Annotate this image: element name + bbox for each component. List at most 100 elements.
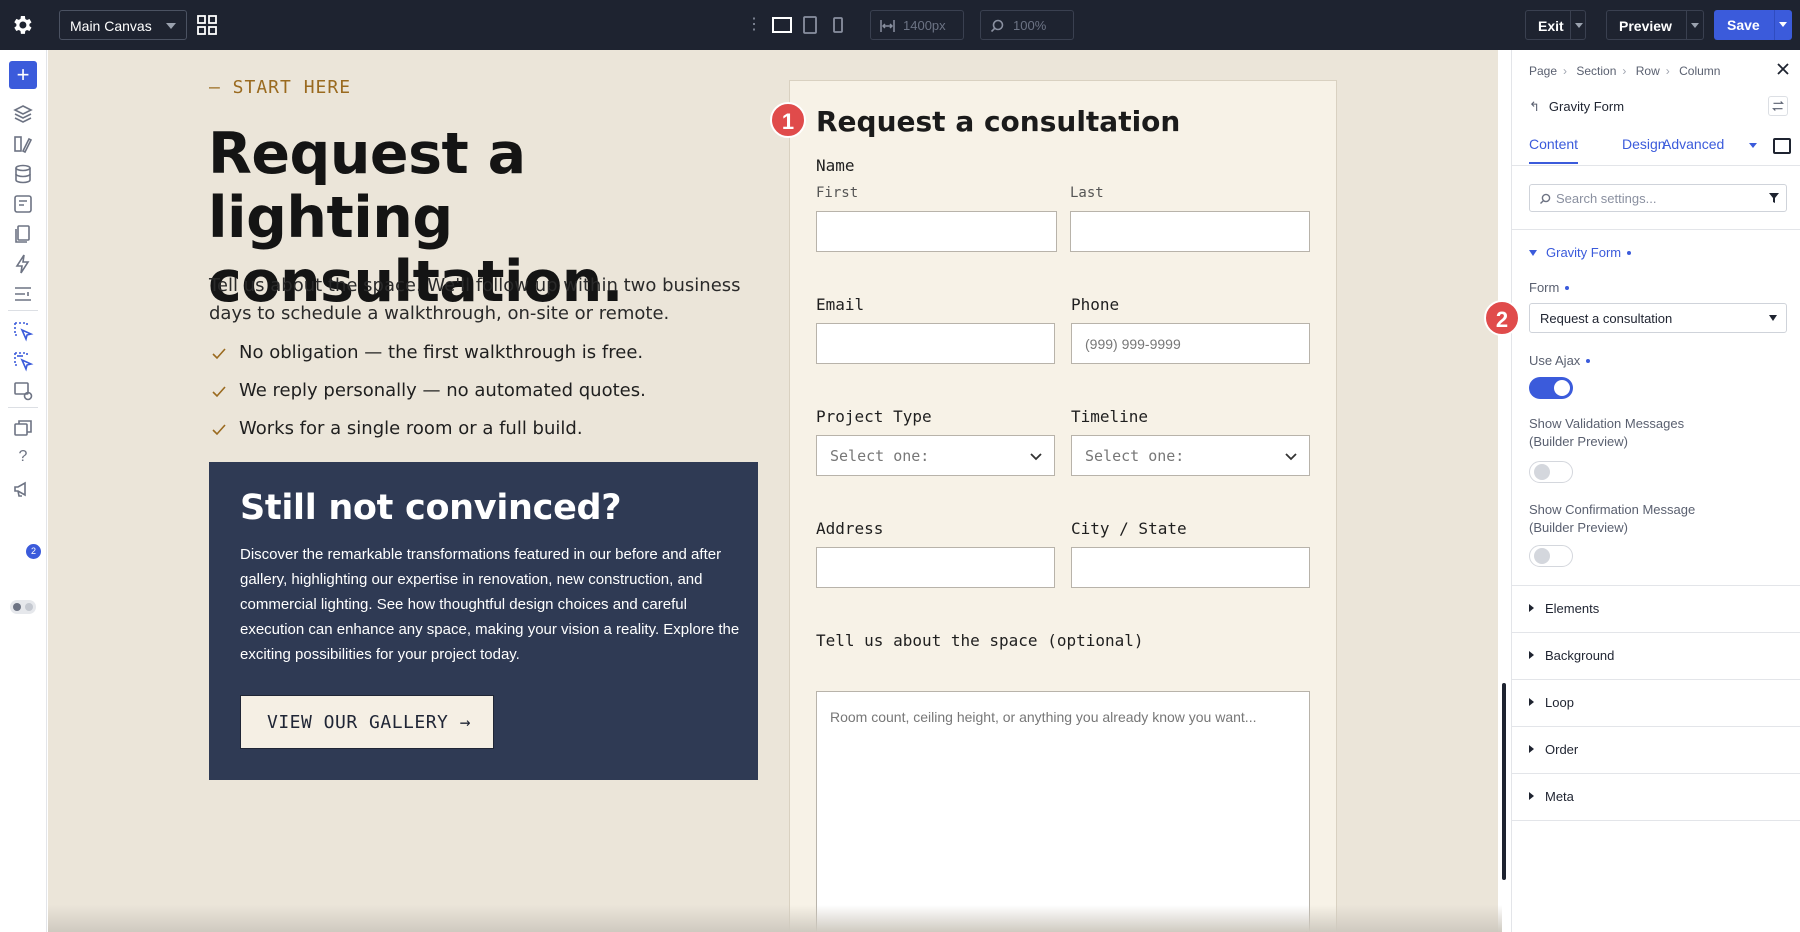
space-textarea[interactable]: Room count, ceiling height, or anything … bbox=[816, 691, 1310, 932]
breadcrumb-chevron-icon: › bbox=[1665, 64, 1670, 78]
canvas-bottom-shade bbox=[48, 905, 1502, 932]
section-elements[interactable]: Elements bbox=[1529, 601, 1599, 616]
preview-button[interactable]: Preview bbox=[1606, 10, 1704, 40]
site-settings-icon[interactable] bbox=[12, 380, 34, 402]
tab-design[interactable]: Design bbox=[1622, 136, 1666, 152]
city-state-input[interactable] bbox=[1071, 547, 1310, 588]
structure-grid-icon[interactable] bbox=[197, 15, 217, 35]
lightning-icon[interactable] bbox=[12, 253, 34, 275]
database-icon[interactable] bbox=[12, 163, 34, 185]
timeline-value: Select one: bbox=[1085, 447, 1185, 465]
confirmation-label-line1: Show Confirmation Message bbox=[1529, 502, 1696, 517]
gear-icon[interactable] bbox=[10, 13, 34, 37]
breadcrumb-row[interactable]: Row bbox=[1636, 64, 1660, 78]
component-select-icon[interactable] bbox=[12, 320, 34, 342]
more-options-icon[interactable]: ⋮ bbox=[746, 15, 762, 35]
use-ajax-toggle[interactable] bbox=[1529, 377, 1573, 399]
canvas-width-field[interactable]: 1400px bbox=[870, 10, 964, 40]
close-icon[interactable] bbox=[1776, 62, 1790, 76]
announcements-megaphone-icon[interactable] bbox=[12, 478, 34, 500]
breadcrumb-page[interactable]: Page bbox=[1529, 64, 1557, 78]
form-select[interactable]: Request a consultation bbox=[1529, 303, 1787, 333]
caret-right-icon bbox=[1529, 651, 1534, 659]
exit-dropdown-icon[interactable] bbox=[1575, 23, 1583, 28]
theme-toggle[interactable] bbox=[10, 600, 36, 614]
top-toolbar: Main Canvas ⋮ 1400px 100% Exit Preview S… bbox=[0, 0, 1800, 50]
component-edit-icon[interactable] bbox=[12, 350, 34, 372]
validation-setting-label: Show Validation Messages (Builder Previe… bbox=[1529, 415, 1684, 451]
view-gallery-button[interactable]: VIEW OUR GALLERY → bbox=[240, 695, 494, 749]
back-arrow-icon[interactable]: ↰ bbox=[1529, 99, 1540, 114]
confirmation-label-line2: (Builder Preview) bbox=[1529, 520, 1628, 535]
styles-brush-icon[interactable] bbox=[12, 133, 34, 155]
swap-element-icon[interactable] bbox=[1768, 96, 1788, 116]
builder-canvas[interactable]: — START HERE Request a lighting consulta… bbox=[48, 50, 1498, 932]
section-meta-label: Meta bbox=[1545, 789, 1574, 804]
breadcrumb-column[interactable]: Column bbox=[1679, 64, 1720, 78]
list-item: Works for a single room or a full build. bbox=[209, 418, 749, 456]
canvas-scrollbar-thumb[interactable] bbox=[1502, 683, 1506, 880]
tab-content[interactable]: Content bbox=[1529, 136, 1579, 164]
chevron-down-icon bbox=[1030, 453, 1042, 461]
layers-icon[interactable] bbox=[12, 103, 34, 125]
gravity-form-card[interactable]: Request a consultation Name First Last E… bbox=[789, 80, 1337, 932]
templates-icon[interactable] bbox=[12, 283, 34, 305]
cta-card: Still not convinced? Discover the remark… bbox=[209, 462, 758, 780]
desktop-icon[interactable] bbox=[771, 14, 793, 36]
validation-messages-toggle[interactable] bbox=[1529, 461, 1573, 483]
project-type-select[interactable]: Select one: bbox=[816, 435, 1055, 476]
last-name-input[interactable] bbox=[1070, 211, 1310, 252]
phone-placeholder: (999) 999-9999 bbox=[1085, 336, 1181, 352]
section-loop[interactable]: Loop bbox=[1529, 695, 1574, 710]
section-loop-label: Loop bbox=[1545, 695, 1574, 710]
mobile-icon[interactable] bbox=[830, 14, 846, 36]
modified-dot-icon bbox=[1565, 286, 1570, 290]
breadcrumb: Page › Section › Row › Column bbox=[1529, 64, 1726, 78]
breadcrumb-chevron-icon: › bbox=[1563, 64, 1568, 78]
canvas-select[interactable]: Main Canvas bbox=[59, 10, 187, 40]
caret-right-icon bbox=[1529, 604, 1534, 612]
save-dropdown-icon[interactable] bbox=[1779, 22, 1787, 27]
validation-label-line2: (Builder Preview) bbox=[1529, 434, 1628, 449]
preview-label: Preview bbox=[1619, 18, 1672, 34]
pages-icon[interactable] bbox=[12, 223, 34, 245]
tablet-icon[interactable] bbox=[801, 14, 819, 36]
chevron-down-icon bbox=[166, 23, 176, 29]
save-divider bbox=[1774, 10, 1775, 40]
filter-icon[interactable] bbox=[1768, 192, 1780, 204]
preview-dropdown-icon[interactable] bbox=[1691, 23, 1699, 28]
space-label: Tell us about the space (optional) bbox=[816, 631, 1144, 650]
windows-icon[interactable] bbox=[12, 417, 34, 439]
project-type-label: Project Type bbox=[816, 407, 932, 426]
breadcrumb-section[interactable]: Section bbox=[1576, 64, 1616, 78]
section-background-label: Background bbox=[1545, 648, 1615, 663]
toggle-knob bbox=[25, 603, 33, 611]
zoom-field[interactable]: 100% bbox=[980, 10, 1074, 40]
timeline-select[interactable]: Select one: bbox=[1071, 435, 1310, 476]
section-gravity-form[interactable]: Gravity Form bbox=[1529, 245, 1632, 260]
phone-input[interactable]: (999) 999-9999 bbox=[1071, 323, 1310, 364]
help-icon[interactable]: ? bbox=[12, 448, 34, 470]
section-order[interactable]: Order bbox=[1529, 742, 1578, 757]
section-meta[interactable]: Meta bbox=[1529, 789, 1574, 804]
email-input[interactable] bbox=[816, 323, 1055, 364]
save-button[interactable]: Save bbox=[1714, 10, 1792, 40]
confirmation-message-toggle[interactable] bbox=[1529, 545, 1573, 567]
canvas-select-value: Main Canvas bbox=[70, 18, 152, 34]
forms-icon[interactable] bbox=[12, 193, 34, 215]
settings-search-input[interactable]: Search settings... bbox=[1529, 184, 1787, 212]
tab-advanced[interactable]: Advanced bbox=[1662, 136, 1724, 152]
form-setting-label: Form bbox=[1529, 279, 1570, 297]
project-type-value: Select one: bbox=[830, 447, 930, 465]
tabs-dropdown-icon[interactable] bbox=[1749, 143, 1757, 148]
element-title-text: Gravity Form bbox=[1548, 99, 1625, 114]
section-background[interactable]: Background bbox=[1529, 648, 1614, 663]
panel-expand-icon[interactable] bbox=[1773, 138, 1791, 154]
benefits-list: No obligation — the first walkthrough is… bbox=[209, 342, 749, 456]
add-element-button[interactable]: + bbox=[9, 61, 37, 89]
section-title: Gravity Form bbox=[1546, 245, 1622, 260]
city-state-label: City / State bbox=[1071, 519, 1187, 538]
first-name-input[interactable] bbox=[816, 211, 1057, 252]
address-input[interactable] bbox=[816, 547, 1055, 588]
exit-button[interactable]: Exit bbox=[1525, 10, 1586, 40]
